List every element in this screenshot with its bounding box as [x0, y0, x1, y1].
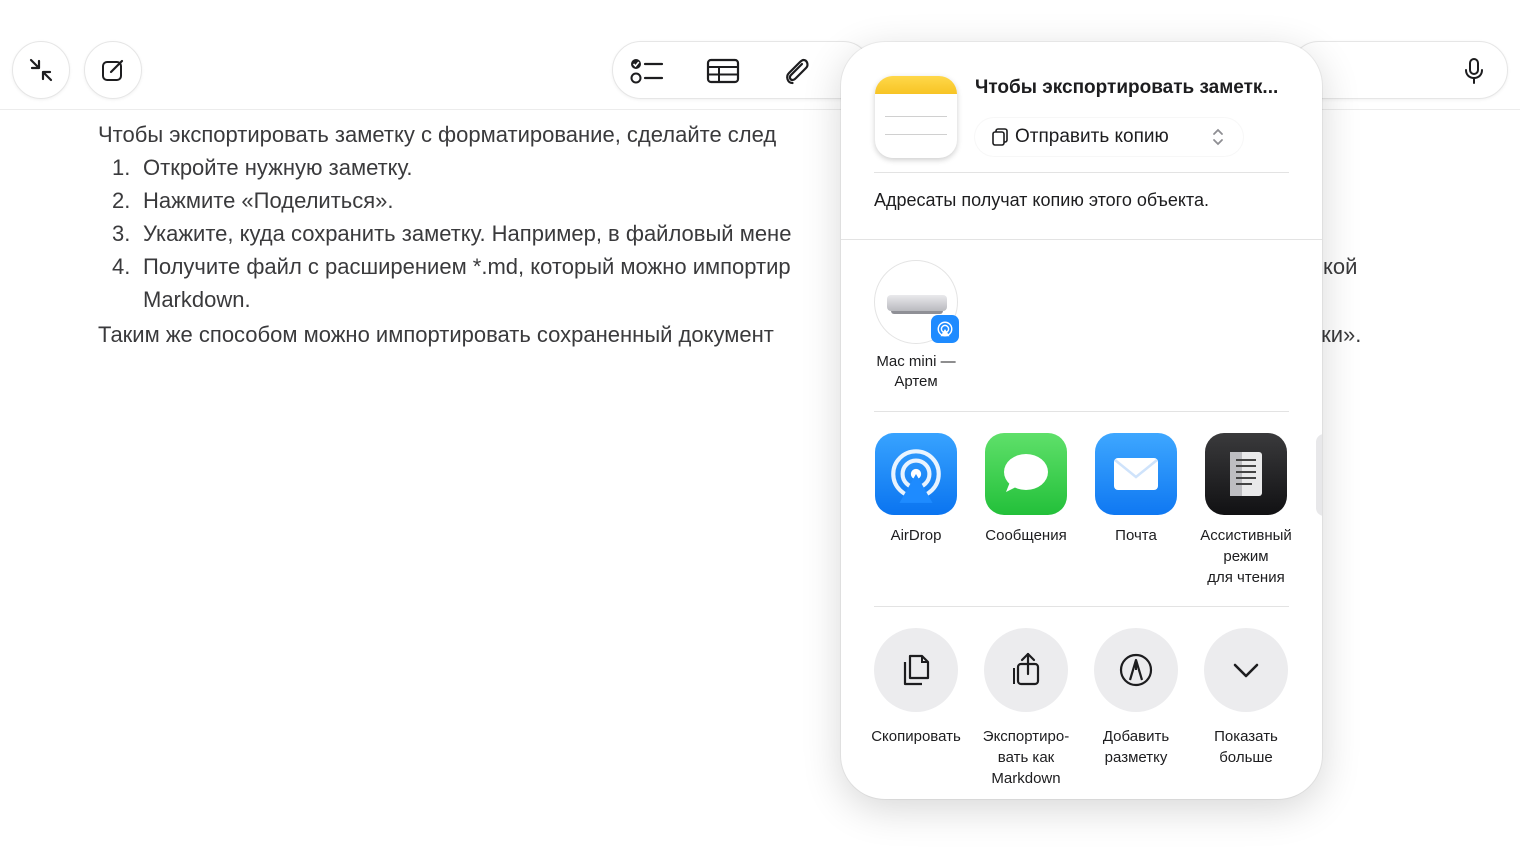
copy-action[interactable]: Скопировать [861, 628, 971, 747]
table-button[interactable] [705, 54, 741, 88]
step-text: Укажите, куда сохранить заметку. Наприме… [143, 221, 792, 246]
compose-button[interactable] [84, 41, 142, 99]
action-label-line: разметку [1104, 749, 1168, 766]
app-assistive-reader[interactable]: Ассистивный режим для чтения [1191, 433, 1301, 588]
share-title: Чтобы экспортировать заметк... [975, 77, 1279, 98]
messages-icon [985, 433, 1067, 515]
app-label-line: Ассистивный [1200, 527, 1292, 544]
assistive-reader-icon [1205, 433, 1287, 515]
step-number: 4. [112, 254, 131, 279]
collapse-button[interactable] [12, 41, 70, 99]
export-markdown-action[interactable]: Экспортиро- вать как Markdown [971, 628, 1081, 789]
action-label-line: Показать [1214, 728, 1278, 745]
action-label: Экспортиро- вать как Markdown [971, 726, 1081, 789]
action-label-line: больше [1219, 749, 1273, 766]
app-label-line: для чтения [1207, 569, 1285, 586]
app-label: Сообщения [985, 527, 1067, 544]
collapse-icon [29, 58, 53, 82]
formatting-tools [612, 41, 872, 99]
step-number: 1. [112, 155, 131, 180]
export-action-button[interactable] [984, 628, 1068, 712]
share-sheet-header: Чтобы экспортировать заметк... Отправить… [841, 42, 1322, 242]
action-label-line: Скопировать [871, 728, 961, 745]
action-label-line: Markdown [991, 770, 1061, 787]
action-label-line: вать как [997, 749, 1055, 766]
divider [874, 606, 1289, 607]
step-number: 2. [112, 188, 131, 213]
checklist-icon [630, 59, 664, 84]
mac-mini-icon [887, 295, 947, 314]
compose-icon [102, 59, 124, 81]
app-messages[interactable]: Сообщения [971, 433, 1081, 546]
step-text: Получите файл с расширением *.md, которы… [143, 254, 791, 279]
markup-action-button[interactable] [1094, 628, 1178, 712]
airdrop-icon [875, 433, 957, 515]
attachment-button[interactable] [779, 54, 815, 88]
step-text: Нажмите «Поделиться». [143, 188, 394, 213]
step-text-tail: кой [1323, 254, 1358, 279]
notes-app-icon [875, 76, 957, 158]
app-airdrop[interactable]: AirDrop [861, 433, 971, 546]
dictation-group [1290, 41, 1508, 99]
copy-icon [903, 654, 930, 686]
app-mail[interactable]: Почта [1081, 433, 1191, 546]
divider [841, 239, 1322, 240]
share-sheet: Чтобы экспортировать заметк... Отправить… [841, 42, 1322, 799]
device-avatar [874, 260, 959, 344]
chevron-down-icon [1233, 663, 1259, 678]
share-apps-row: AirDrop Сообщения Почта Ассистивный режи… [841, 433, 1322, 593]
action-label: Добавить разметку [1081, 726, 1191, 768]
copy-action-button[interactable] [874, 628, 958, 712]
next-app-peek[interactable] [1316, 434, 1322, 516]
share-actions-row: Скопировать Экспортиро- вать как Markdow… [841, 628, 1322, 798]
checklist-button[interactable] [629, 54, 665, 88]
device-name-line: Артем [894, 373, 938, 390]
note-outro-text: Таким же способом можно импортировать со… [98, 322, 774, 347]
airdrop-device-mac-mini[interactable]: Mac mini — Артем [874, 260, 959, 392]
device-name: Mac mini — Артем [854, 352, 978, 392]
step-text: Откройте нужную заметку. [143, 155, 413, 180]
action-label: Скопировать [861, 726, 971, 747]
paperclip-icon [786, 58, 809, 85]
send-option-select[interactable]: Отправить копию [975, 118, 1243, 156]
action-label: Показать больше [1191, 726, 1301, 768]
show-more-action[interactable]: Показать больше [1191, 628, 1301, 768]
markup-icon [1119, 653, 1153, 687]
table-icon [706, 58, 740, 84]
divider [874, 172, 1289, 173]
step-text-continuation: Markdown. [143, 287, 251, 312]
send-option-label: Отправить копию [1015, 126, 1169, 147]
divider [874, 411, 1289, 412]
app-label: Почта [1115, 527, 1157, 544]
export-icon [1013, 652, 1040, 686]
recipients-note: Адресаты получат копию этого объекта. [874, 190, 1209, 210]
microphone-icon[interactable] [1461, 57, 1487, 85]
mail-icon [1095, 433, 1177, 515]
copy-document-icon [992, 128, 1008, 146]
app-label-line: режим [1223, 548, 1269, 565]
step-number: 3. [112, 221, 131, 246]
device-name-line: Mac mini — [876, 353, 956, 370]
action-label-line: Добавить [1102, 728, 1170, 745]
airdrop-badge-icon [931, 315, 959, 343]
action-label-line: Экспортиро- [982, 728, 1070, 745]
markup-action[interactable]: Добавить разметку [1081, 628, 1191, 768]
show-more-button[interactable] [1204, 628, 1288, 712]
app-label: Ассистивный режим для чтения [1191, 525, 1301, 588]
chevron-up-down-icon [1213, 128, 1223, 146]
app-label: AirDrop [890, 527, 942, 544]
